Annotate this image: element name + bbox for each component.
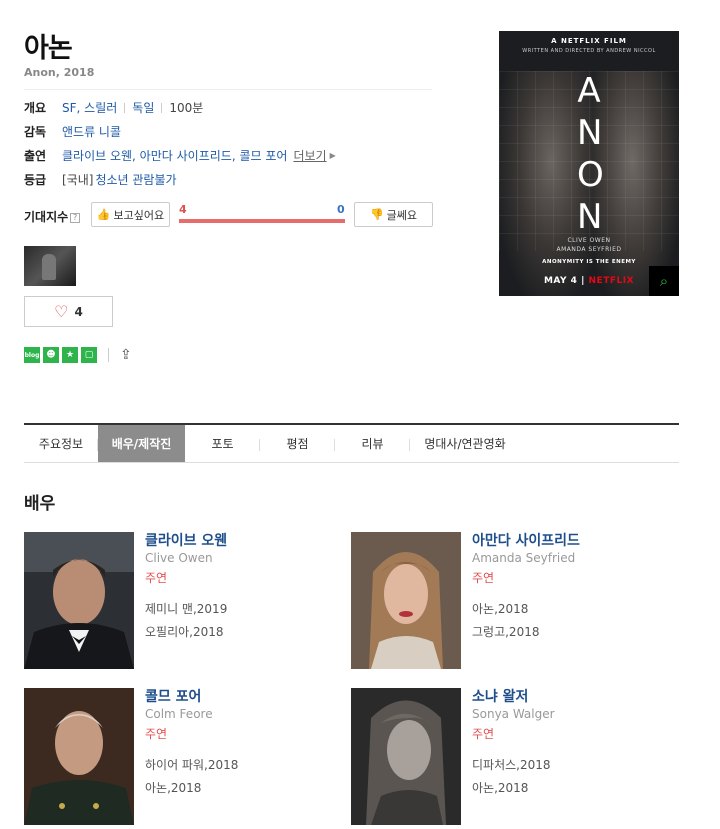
cafe-icon[interactable]: ☻ [43,347,59,363]
expectation-bar-fill [179,219,345,223]
section-title: 배우 [24,494,56,514]
actor-name-en: Clive Owen [145,551,213,565]
poster-cast: CLIVE OWEN AMANDA SEYFRIED [556,237,622,253]
share-bar: blog ☻ ★ ▢ ⇪ [24,347,132,363]
actor-name[interactable]: 소냐 왈저 [472,686,528,706]
country-link[interactable]: 독일 [132,99,154,116]
actor-work[interactable]: 하이어 파워,2018 [145,756,238,773]
rating-row: 등급 [국내] 청소년 관람불가 [24,171,177,188]
not-sure-button[interactable]: 👎 글쎄요 [354,202,433,227]
tab-review[interactable]: 리뷰 [335,425,410,462]
tab-rating[interactable]: 평점 [260,425,335,462]
movie-title: 아논 [24,33,73,64]
actor-role: 주연 [145,727,168,741]
share-icon[interactable]: ⇪ [120,347,132,363]
director-label: 감독 [24,125,47,139]
actor-photo[interactable] [351,532,461,669]
want-to-see-button[interactable]: 👍 보고싶어요 [91,202,170,227]
actor-work[interactable]: 디파처스,2018 [472,756,551,773]
tab-main-info[interactable]: 주요정보 [24,425,98,462]
actor-work[interactable]: 오필리아,2018 [145,623,224,640]
divider [24,89,432,90]
poster-letter: N [577,113,603,153]
overview-label: 개요 [24,101,47,115]
poster-letter: O [577,155,604,195]
chevron-right-icon: ▶ [329,151,336,160]
like-button[interactable]: ♡ 4 [24,296,113,327]
poster-netflix-film: A NETFLIX FILM [551,37,627,45]
stillcut-thumbnail[interactable] [24,246,76,286]
tab-cast-crew[interactable]: 배우/제작진 [98,425,185,462]
thumbs-down-icon: 👎 [369,208,384,221]
cast-more-link[interactable]: 더보기 [293,147,326,164]
actor-role: 주연 [472,727,495,741]
like-button-count: 4 [74,304,83,319]
movie-poster[interactable]: A NETFLIX FILM WRITTEN AND DIRECTED BY A… [499,31,679,296]
actor-name[interactable]: 아만다 사이프리드 [472,530,580,550]
tab-photo[interactable]: 포토 [185,425,260,462]
expectation-label: 기대지수? [24,208,81,225]
actor-work[interactable]: 아논,2018 [145,779,201,796]
rating-link[interactable]: 청소년 관람불가 [95,171,176,188]
heart-icon: ♡ [54,302,69,321]
zoom-search-icon[interactable]: ⌕ [649,266,679,296]
actor-name-en: Amanda Seyfried [472,551,576,565]
thumbs-up-icon: 👍 [96,208,111,221]
cast-label: 출연 [24,149,47,163]
memo-icon[interactable]: ▢ [81,347,97,363]
blog-icon[interactable]: blog [24,347,40,363]
actor-name-en: Colm Feore [145,707,213,721]
rating-label: 등급 [24,173,47,187]
actor-photo[interactable] [24,532,134,669]
director-row: 감독 앤드류 니콜 [24,123,121,140]
actor-role: 주연 [145,571,168,585]
movie-subtitle: Anon, 2018 [24,66,95,79]
cast-link[interactable]: 클라이브 오웬, 아만다 사이프리드, 콜므 포어 [62,147,287,164]
like-count: 4 [179,203,187,216]
bookmark-icon[interactable]: ★ [62,347,78,363]
actor-work[interactable]: 아논,2018 [472,600,528,617]
actor-photo[interactable] [24,688,134,825]
poster-letter: N [577,197,603,237]
actor-name[interactable]: 콜므 포어 [145,686,201,706]
expectation-bar [179,219,345,223]
poster-director: WRITTEN AND DIRECTED BY ANDREW NICCOL [522,48,656,54]
tab-quotes-related[interactable]: 명대사/연관영화 [410,425,520,462]
genre-link[interactable]: SF, 스릴러 [62,99,117,116]
actor-role: 주연 [472,571,495,585]
poster-tagline: ANONYMITY IS THE ENEMY [542,259,636,265]
cast-row: 출연 클라이브 오웬, 아만다 사이프리드, 콜므 포어 더보기 ▶ [24,147,336,164]
actor-work[interactable]: 그렁고,2018 [472,623,539,640]
director-link[interactable]: 앤드류 니콜 [62,123,121,140]
actor-name-en: Sonya Walger [472,707,555,721]
help-icon[interactable]: ? [70,212,81,223]
actor-work[interactable]: 아논,2018 [472,779,528,796]
actor-work[interactable]: 제미니 맨,2019 [145,600,227,617]
tab-bar: 주요정보 배우/제작진 포토 평점 리뷰 명대사/연관영화 [24,423,679,463]
poster-letter: A [577,71,601,111]
overview-row: 개요 SF, 스릴러 독일 100분 [24,99,203,116]
runtime: 100분 [169,101,204,115]
hate-count: 0 [337,203,345,216]
rating-prefix: [국내] [62,173,94,187]
actor-photo[interactable] [351,688,461,825]
actor-name[interactable]: 클라이브 오웬 [145,530,227,550]
